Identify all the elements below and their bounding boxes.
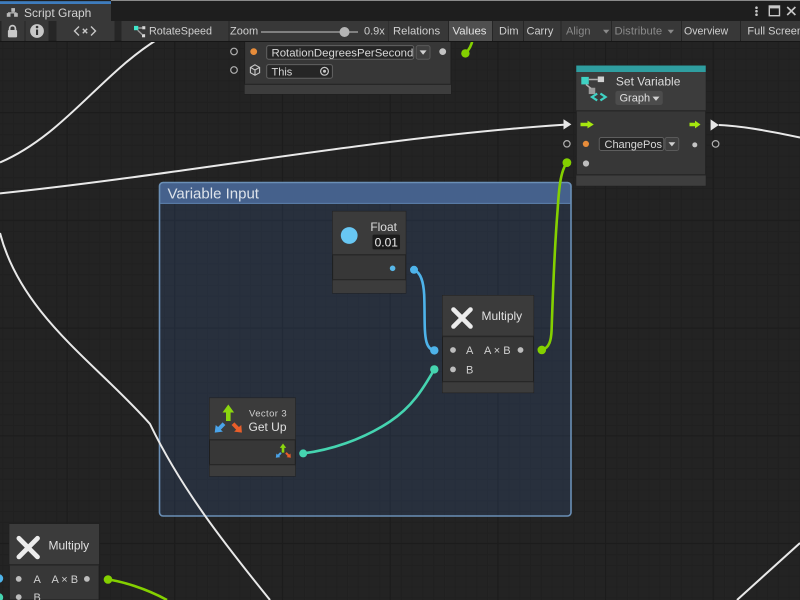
svg-text:A × B: A × B <box>52 574 79 586</box>
svg-text:Carry: Carry <box>527 26 554 38</box>
svg-text:RotateSpeed: RotateSpeed <box>149 26 212 38</box>
svg-text:RotationDegreesPerSecond: RotationDegreesPerSecond <box>272 47 414 59</box>
svg-text:Set Variable: Set Variable <box>616 74 681 88</box>
svg-text:Values: Values <box>453 26 487 38</box>
svg-text:Graph: Graph <box>620 93 651 105</box>
svg-text:A: A <box>466 345 474 357</box>
svg-text:Relations: Relations <box>393 26 440 38</box>
svg-text:Multiply: Multiply <box>482 309 523 323</box>
svg-text:Variable Input: Variable Input <box>168 186 260 203</box>
svg-text:B: B <box>466 364 473 376</box>
svg-text:A × B: A × B <box>484 345 511 357</box>
svg-text:Distribute: Distribute <box>615 26 663 38</box>
svg-text:B: B <box>34 592 41 600</box>
svg-text:Dim: Dim <box>499 26 519 38</box>
svg-text:Multiply: Multiply <box>49 539 90 553</box>
svg-text:This: This <box>272 66 293 78</box>
svg-text:ChangePos: ChangePos <box>605 139 663 151</box>
svg-text:Float: Float <box>370 220 397 234</box>
svg-text:A: A <box>34 574 42 586</box>
svg-text:Vector 3: Vector 3 <box>249 408 287 419</box>
svg-text:0.01: 0.01 <box>375 235 399 249</box>
svg-text:Get Up: Get Up <box>249 420 287 434</box>
svg-text:Zoom: Zoom <box>230 26 258 38</box>
svg-text:Overview: Overview <box>684 26 728 38</box>
svg-text:0.9x: 0.9x <box>364 26 385 38</box>
svg-text:Align: Align <box>566 26 590 38</box>
svg-text:Script Graph: Script Graph <box>24 6 91 20</box>
svg-text:Full Screen: Full Screen <box>747 26 800 38</box>
